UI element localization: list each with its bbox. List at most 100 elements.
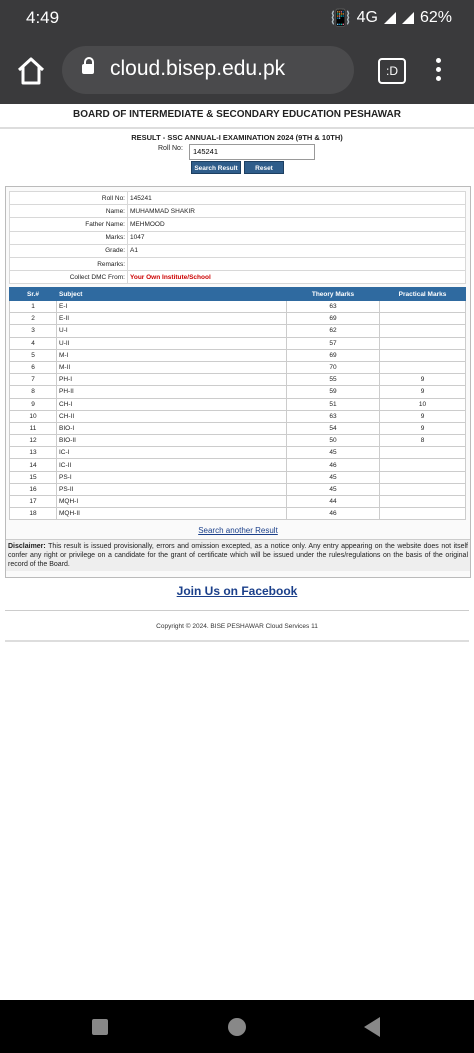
network-label: 4G — [356, 9, 378, 26]
divider — [5, 610, 469, 611]
subject-cell: U-I — [56, 324, 287, 338]
address-bar[interactable]: cloud.bisep.edu.pk — [62, 46, 354, 94]
signal-icon-2 — [401, 12, 414, 24]
info-row: Remarks: — [9, 256, 466, 272]
home-nav-icon[interactable] — [228, 1018, 246, 1036]
theory-cell: 63 — [286, 409, 380, 423]
disclaimer-text: This result is issued provisionally, err… — [8, 543, 468, 568]
page-content: BOARD OF INTERMEDIATE & SECONDARY EDUCAT… — [0, 104, 474, 642]
sr-cell: 13 — [9, 446, 57, 460]
practical-cell — [379, 458, 466, 472]
sr-cell: 7 — [9, 373, 57, 387]
table-row: 5 M-I 69 — [9, 348, 466, 362]
subject-cell: MQH-II — [56, 507, 287, 521]
board-title: BOARD OF INTERMEDIATE & SECONDARY EDUCAT… — [0, 104, 474, 129]
practical-cell — [379, 470, 466, 484]
facebook-link[interactable]: Join Us on Facebook — [0, 584, 474, 598]
table-row: 15 PS-I 45 — [9, 470, 466, 484]
sr-cell: 15 — [9, 470, 57, 484]
sr-cell: 17 — [9, 494, 57, 509]
info-label: Name: — [9, 204, 128, 219]
subject-cell: MQH-I — [56, 494, 287, 509]
sr-cell: 18 — [9, 507, 57, 521]
home-icon[interactable] — [16, 56, 46, 86]
subject-cell: E-II — [56, 312, 287, 326]
subject-cell: PH-II — [56, 385, 287, 399]
info-row: Grade: A1 — [9, 243, 466, 258]
sr-cell: 6 — [9, 360, 57, 375]
practical-cell — [379, 482, 466, 497]
theory-cell: 45 — [286, 470, 380, 484]
tabs-button[interactable]: :D — [378, 58, 406, 84]
sr-cell: 14 — [9, 458, 57, 472]
marks-header-row: Sr.# Subject Theory Marks Practical Mark… — [9, 287, 466, 301]
roll-number-input[interactable]: 145241 — [189, 144, 315, 160]
theory-cell: 70 — [286, 360, 380, 375]
sr-cell: 11 — [9, 421, 57, 436]
table-row: 8 PH-II 59 9 — [9, 385, 466, 399]
theory-cell: 63 — [286, 299, 380, 314]
info-label: Remarks: — [9, 256, 128, 272]
copyright-text: Copyright © 2024. BISE PESHAWAR Cloud Se… — [156, 623, 318, 630]
theory-cell: 69 — [286, 312, 380, 326]
table-row: 14 IC-II 46 — [9, 458, 466, 472]
recents-icon[interactable] — [92, 1019, 108, 1035]
more-menu-icon[interactable] — [436, 58, 442, 85]
sr-cell: 5 — [9, 348, 57, 362]
theory-cell: 50 — [286, 434, 380, 448]
sr-cell: 12 — [9, 434, 57, 448]
sr-cell: 1 — [9, 299, 57, 314]
theory-cell: 69 — [286, 348, 380, 362]
sr-cell: 10 — [9, 409, 57, 423]
marks-table: Sr.# Subject Theory Marks Practical Mark… — [9, 287, 466, 521]
theory-cell: 54 — [286, 421, 380, 436]
android-nav-bar — [0, 1000, 474, 1053]
info-value: MEHMOOD — [127, 217, 466, 232]
table-row: 11 BIO-I 54 9 — [9, 421, 466, 436]
practical-cell: 10 — [379, 397, 466, 411]
subject-cell: IC-I — [56, 446, 287, 460]
info-row: Name: MUHAMMAD SHAKIR — [9, 204, 466, 219]
info-row: Roll No: 145241 — [9, 190, 466, 206]
table-row: 10 CH-II 63 9 — [9, 409, 466, 423]
header-sr: Sr.# — [9, 287, 57, 301]
table-row: 4 U-II 57 — [9, 336, 466, 350]
subject-cell: PS-I — [56, 470, 287, 484]
sr-cell: 8 — [9, 385, 57, 399]
reset-button[interactable]: Reset — [244, 161, 284, 174]
info-row: Collect DMC From: Your Own Institute/Scho… — [9, 270, 466, 285]
practical-cell — [379, 312, 466, 326]
table-row: 13 IC-I 45 — [9, 446, 466, 460]
info-value: 1047 — [127, 230, 466, 245]
practical-cell: 9 — [379, 373, 466, 387]
search-result-button[interactable]: Search Result — [191, 161, 241, 174]
header-subject: Subject — [56, 287, 287, 301]
status-bar: 4:49 📳 4G 62% — [0, 0, 474, 36]
table-row: 17 MQH-I 44 — [9, 494, 466, 509]
sr-cell: 4 — [9, 336, 57, 350]
status-time: 4:49 — [26, 8, 60, 27]
theory-cell: 59 — [286, 385, 380, 399]
subject-cell: CH-I — [56, 397, 287, 411]
signal-icon — [383, 12, 396, 24]
subject-cell: BIO-I — [56, 421, 287, 436]
footer-divider — [5, 640, 469, 642]
roll-label: Roll No: — [158, 145, 183, 152]
practical-cell — [379, 324, 466, 338]
practical-cell — [379, 360, 466, 375]
theory-cell: 57 — [286, 336, 380, 350]
subject-cell: M-I — [56, 348, 287, 362]
info-value: Your Own Institute/School — [127, 270, 466, 285]
back-icon[interactable] — [364, 1017, 380, 1037]
search-another-link[interactable]: Search another Result — [6, 526, 470, 535]
info-label: Father Name: — [9, 217, 128, 232]
battery-percent: 62% — [419, 9, 452, 26]
info-label: Grade: — [9, 243, 128, 258]
theory-cell: 62 — [286, 324, 380, 338]
sr-cell: 3 — [9, 324, 57, 338]
practical-cell: 9 — [379, 409, 466, 423]
subject-cell: M-II — [56, 360, 287, 375]
practical-cell: 9 — [379, 385, 466, 399]
theory-cell: 44 — [286, 494, 380, 509]
theory-cell: 55 — [286, 373, 380, 387]
